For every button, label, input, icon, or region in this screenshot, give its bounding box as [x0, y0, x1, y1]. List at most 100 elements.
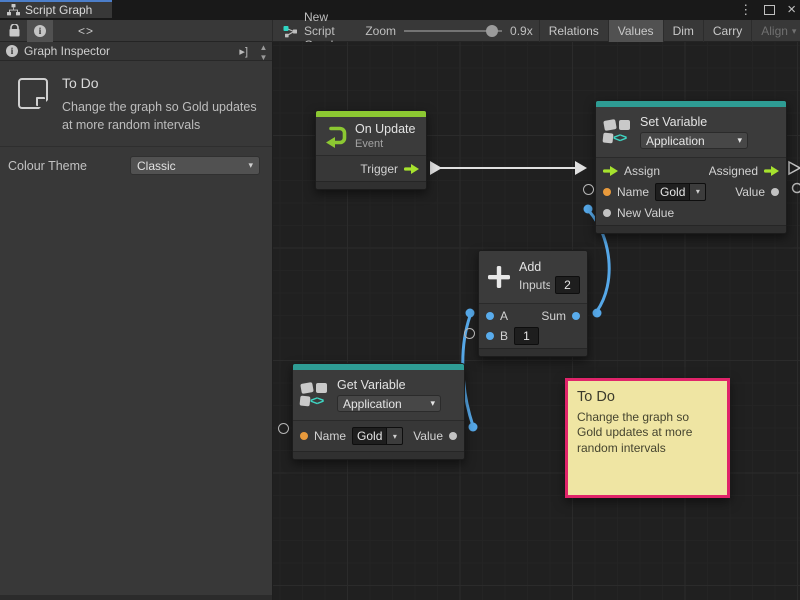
lock-button[interactable] [2, 20, 27, 42]
scroll-up-icon[interactable]: ▲ [260, 43, 268, 53]
values-button[interactable]: Values [608, 20, 663, 42]
lock-icon [9, 24, 20, 37]
inputs-count-field[interactable]: 2 [555, 276, 580, 294]
todo-title: To Do [62, 75, 267, 91]
variable-icon: <> [300, 382, 330, 408]
code-preview-button[interactable]: <> [71, 20, 101, 42]
new-value-port-dot[interactable] [603, 209, 611, 217]
value-port-dot[interactable] [449, 432, 457, 440]
value-port-label: Value [735, 185, 765, 199]
a-port-label: A [500, 309, 508, 323]
flow-out-arrow-icon[interactable] [764, 166, 779, 176]
variable-kind-dropdown[interactable]: Application ▾ [640, 132, 748, 149]
inspector-scroll-arrows: ▲ ▼ [256, 43, 271, 63]
node-set-variable[interactable]: <> Set Variable Application ▾ Assign Ass… [595, 100, 787, 234]
a-port-row[interactable]: A Sum [479, 306, 587, 326]
new-value-port-label: New Value [617, 206, 674, 220]
name-port-row[interactable]: Name Gold ▾ Value [293, 423, 464, 449]
node-subtitle: Event [355, 138, 415, 150]
align-label: Align [761, 24, 788, 38]
assign-port-label: Assign [624, 164, 660, 178]
sticky-note-text: Change the graph so Gold updates at more… [577, 410, 709, 456]
name-value: Gold [352, 427, 387, 445]
new-value-port-row[interactable]: New Value [596, 202, 786, 223]
panel-expand-icon[interactable]: ▸] [239, 45, 248, 58]
graph-hierarchy-icon [7, 4, 20, 16]
chevron-down-icon: ▾ [792, 26, 797, 37]
chevron-down-icon: ▾ [737, 135, 742, 146]
a-port-dot[interactable] [486, 312, 494, 320]
inspector-todo-section: To Do Change the graph so Gold updates a… [0, 61, 272, 147]
on-update-loop-icon [323, 125, 348, 148]
b-port-row[interactable]: B 1 [479, 326, 587, 346]
flow-out-arrow-icon[interactable] [404, 164, 419, 174]
window-maximize-icon[interactable] [764, 5, 775, 15]
value-port-dot[interactable] [771, 188, 779, 196]
align-dropdown[interactable]: Align ▾ [751, 20, 800, 42]
node-title: Set Variable [640, 115, 748, 129]
sticky-note-icon [18, 78, 48, 109]
info-icon: i [34, 25, 46, 37]
sum-port-dot[interactable] [572, 312, 580, 320]
node-footer [479, 348, 587, 356]
info-icon: i [6, 45, 18, 57]
zoom-slider[interactable] [404, 25, 502, 37]
name-in-marker[interactable] [583, 184, 594, 195]
variable-kind-dropdown[interactable]: Application ▾ [337, 395, 441, 412]
tab-label: Script Graph [25, 3, 92, 17]
b-in-marker[interactable] [464, 328, 475, 339]
on-update-header: On Update Event [316, 117, 426, 156]
graph-inspector-panel: i Graph Inspector ▸] ▲ ▼ To Do Change th… [0, 42, 273, 600]
inspector-title: Graph Inspector [24, 44, 110, 58]
node-footer [316, 181, 426, 189]
zoom-value: 0.9x [510, 24, 533, 38]
zoom-slider-handle[interactable] [486, 25, 498, 37]
b-port-dot[interactable] [486, 332, 494, 340]
trigger-port-label: Trigger [360, 162, 398, 176]
window-close-icon[interactable]: × [787, 5, 796, 15]
name-value-dropdown[interactable]: Gold ▾ [655, 183, 706, 201]
chevron-down-icon: ▾ [387, 427, 403, 445]
window-menu-icon[interactable]: ⋮ [739, 2, 752, 18]
node-footer [596, 225, 786, 233]
panel-bottom-strip [0, 595, 272, 600]
colour-theme-value: Classic [137, 159, 176, 173]
node-title: On Update [355, 122, 415, 136]
flow-in-arrow-icon[interactable] [603, 166, 618, 176]
variable-icon: <> [603, 119, 633, 145]
colour-theme-select[interactable]: Classic ▾ [130, 156, 260, 175]
toolbar-right-group: Relations Values Dim Carry Align ▾ Distr… [539, 20, 800, 41]
tab-script-graph[interactable]: Script Graph [0, 0, 112, 18]
scroll-down-icon[interactable]: ▼ [260, 53, 268, 63]
graph-canvas[interactable]: On Update Event Trigger <> Set Variable [273, 42, 800, 600]
node-on-update[interactable]: On Update Event Trigger [315, 110, 427, 190]
b-value-field[interactable]: 1 [514, 327, 539, 345]
variable-kind-value: Application [343, 397, 402, 411]
zoom-label: Zoom [365, 24, 396, 38]
set-variable-header: <> Set Variable Application ▾ [596, 107, 786, 158]
variable-kind-value: Application [646, 134, 705, 148]
name-port-dot[interactable] [300, 432, 308, 440]
new-script-graph-button[interactable]: New Script Graph [273, 20, 347, 42]
node-add[interactable]: Add Inputs 2 A Sum B 1 [478, 250, 588, 357]
relations-button[interactable]: Relations [539, 20, 608, 42]
name-port-dot[interactable] [603, 188, 611, 196]
name-port-label: Name [617, 185, 649, 199]
script-graph-icon [283, 25, 298, 38]
sticky-note[interactable]: To Do Change the graph so Gold updates a… [565, 378, 730, 498]
dim-button[interactable]: Dim [663, 20, 703, 42]
name-port-row[interactable]: Name Gold ▾ Value [596, 181, 786, 202]
colour-theme-label: Colour Theme [8, 159, 87, 173]
carry-button[interactable]: Carry [703, 20, 751, 42]
trigger-port-row[interactable]: Trigger [316, 158, 426, 179]
assign-port-row[interactable]: Assign Assigned [596, 160, 786, 181]
inspector-toggle-button[interactable]: i [27, 20, 53, 42]
toolbar-left-group: i <> [0, 20, 273, 41]
zoom-control: Zoom 0.9x [359, 20, 538, 41]
node-get-variable[interactable]: <> Get Variable Application ▾ Name Gold … [292, 363, 465, 460]
node-footer [293, 451, 464, 459]
name-in-marker[interactable] [278, 423, 289, 434]
name-value-dropdown[interactable]: Gold ▾ [352, 427, 403, 445]
inputs-label: Inputs [519, 278, 550, 292]
code-icon: <> [78, 24, 94, 38]
